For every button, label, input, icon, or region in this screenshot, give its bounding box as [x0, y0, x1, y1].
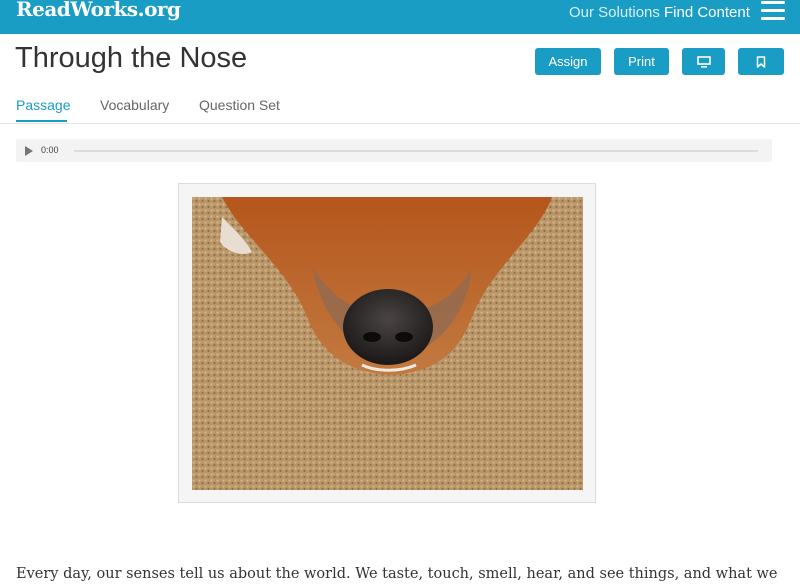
- tab-vocabulary[interactable]: Vocabulary: [100, 97, 169, 113]
- tabs-divider: [0, 123, 800, 124]
- print-button[interactable]: Print: [614, 48, 669, 75]
- passage-image-frame: [178, 183, 596, 503]
- present-button[interactable]: [682, 48, 725, 75]
- assign-button[interactable]: Assign: [535, 48, 601, 75]
- nav-our-solutions[interactable]: Our Solutions: [569, 4, 660, 21]
- play-icon[interactable]: [25, 146, 33, 156]
- tab-question-set[interactable]: Question Set: [199, 97, 280, 113]
- passage-image: [192, 197, 583, 490]
- active-tab-indicator: [16, 120, 67, 122]
- page-title: Through the Nose: [15, 42, 248, 74]
- bookmark-button[interactable]: [738, 48, 784, 75]
- audio-progress-track[interactable]: [74, 150, 758, 152]
- hamburger-menu-icon[interactable]: [761, 1, 785, 21]
- nav-find-content[interactable]: Find Content: [664, 4, 750, 21]
- readworks-logo[interactable]: ReadWorks.org: [16, 0, 181, 21]
- monitor-icon: [696, 55, 711, 68]
- audio-player: 0:00: [16, 139, 772, 162]
- bookmark-icon: [756, 55, 766, 68]
- audio-time: 0:00: [41, 145, 59, 155]
- passage-text: Every day, our senses tell us about the …: [16, 566, 778, 582]
- tab-passage[interactable]: Passage: [16, 97, 70, 113]
- top-navigation-bar: ReadWorks.org Our Solutions Find Content: [0, 0, 800, 34]
